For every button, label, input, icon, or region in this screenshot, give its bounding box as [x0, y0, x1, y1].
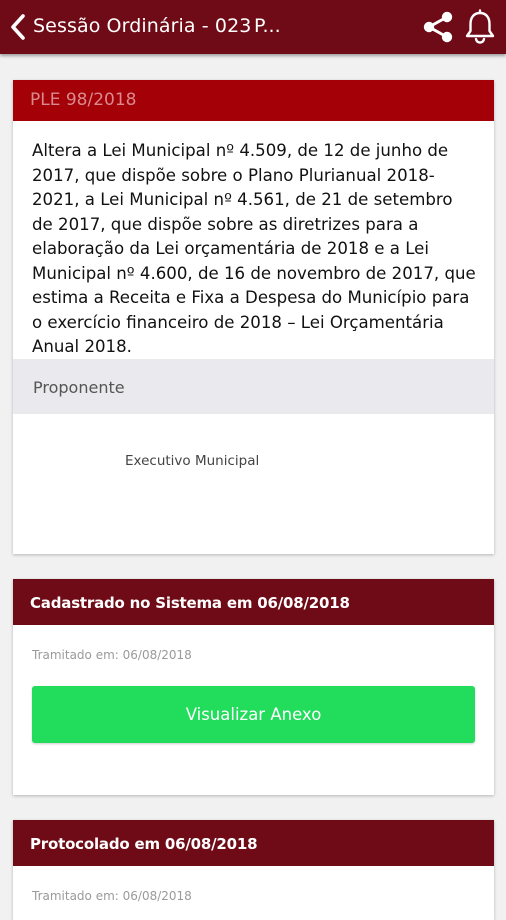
share-button[interactable]: [420, 10, 456, 44]
notifications-button[interactable]: [463, 9, 497, 45]
history-card: Cadastrado no Sistema em 06/08/2018 Tram…: [13, 579, 494, 795]
page-title: Sessão Ordinária - 023: [33, 15, 252, 37]
history-card-title: Cadastrado no Sistema em 06/08/2018: [13, 579, 494, 625]
view-attachment-button[interactable]: Visualizar Anexo: [32, 686, 475, 743]
back-button[interactable]: [6, 11, 32, 43]
share-icon: [423, 11, 453, 43]
history-card-title: Protocolado em 06/08/2018: [13, 820, 494, 866]
tramitado-date: Tramitado em: 06/08/2018: [32, 889, 192, 903]
bell-icon: [465, 9, 495, 44]
project-card: PLE 98/2018 Altera a Lei Municipal nº 4.…: [13, 80, 494, 554]
tramitado-date: Tramitado em: 06/08/2018: [32, 648, 192, 662]
app-bar: Sessão Ordinária - 023 P...: [0, 0, 506, 54]
page-title-continuation: P...: [254, 15, 281, 37]
chevron-left-icon: [11, 14, 25, 40]
proponente-value: Executivo Municipal: [125, 453, 260, 469]
project-code-header: PLE 98/2018: [13, 80, 494, 121]
project-description: Altera a Lei Municipal nº 4.509, de 12 d…: [32, 141, 476, 356]
history-card: Protocolado em 06/08/2018 Tramitado em: …: [13, 820, 494, 920]
proponente-label: Proponente: [13, 359, 494, 414]
